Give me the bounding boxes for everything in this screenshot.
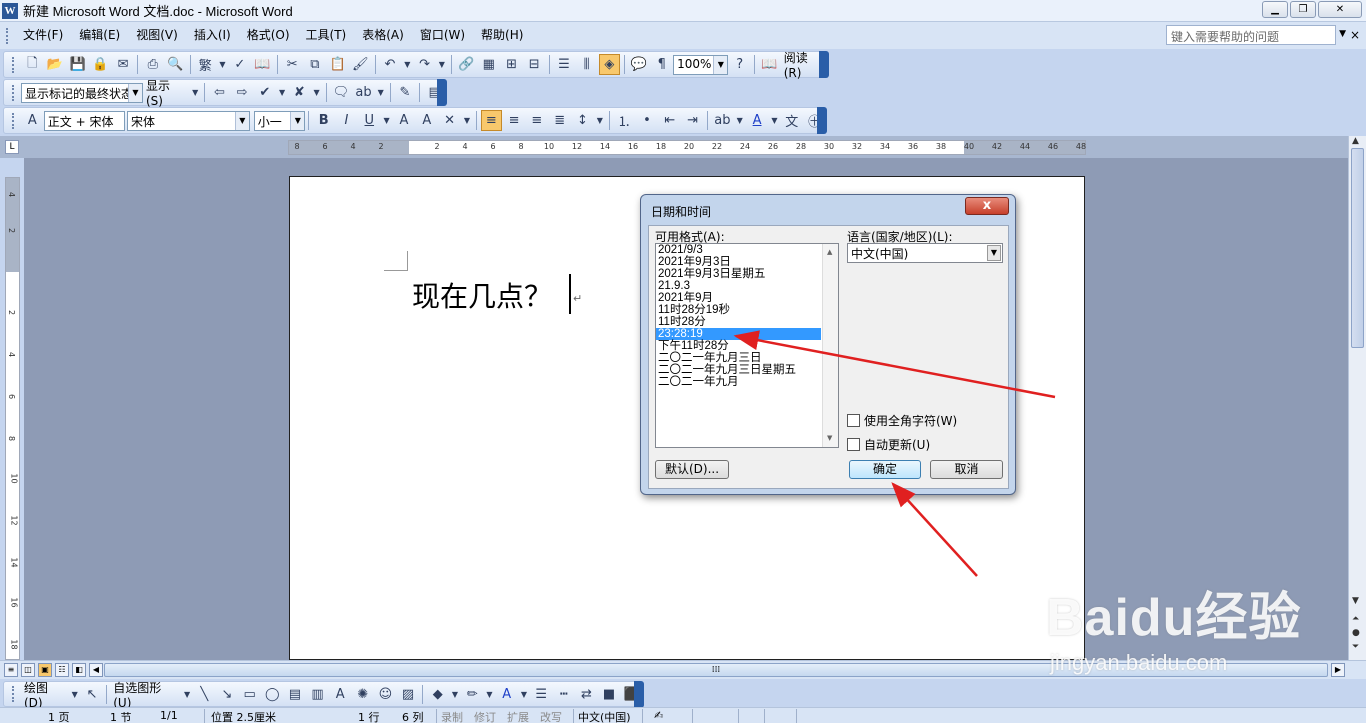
baidu-url: jingyan.baidu.com [1050,650,1228,675]
arrow-to-selected-format [733,330,1056,399]
arrow-to-ok-button [891,482,978,577]
baidu-watermark: Baidu经验 jingyan.baidu.com [1046,575,1301,676]
baidu-logo: Baidu经验 [1046,589,1302,647]
